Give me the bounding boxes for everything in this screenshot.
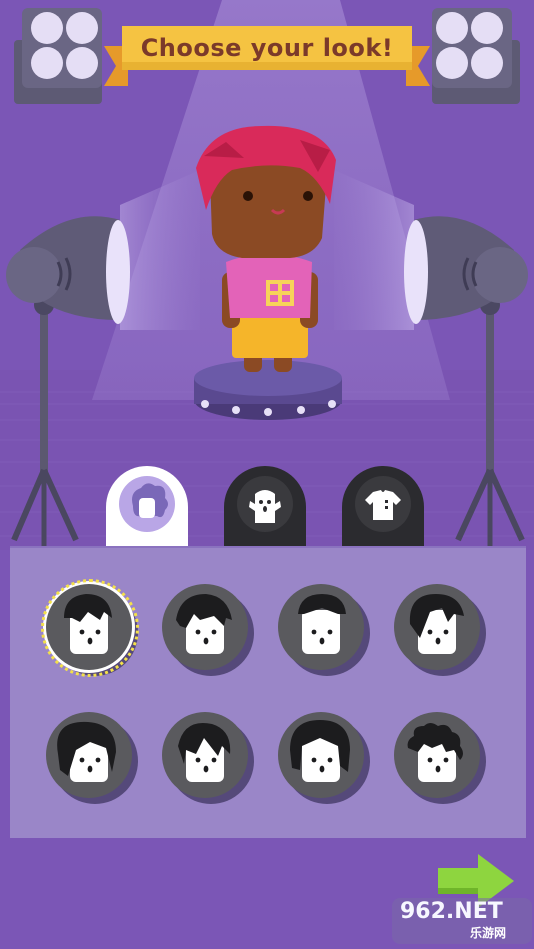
hair-option[interactable] [46,712,138,804]
shirt-icon [355,476,411,532]
hair-style-icon [178,722,231,782]
hair-option[interactable] [278,584,370,676]
watermark-subtitle: 乐游网 [470,926,507,940]
page-title: Choose your look! [140,34,394,62]
watermark-brand: 962.NET [400,899,503,924]
top-left-lamp [14,8,102,104]
hair-style-icon [119,476,175,532]
hair-option-disc [162,584,248,670]
tab-face[interactable] [224,466,306,548]
hair-style-icon [176,594,232,654]
selection-ring [41,579,139,677]
hair-style-icon [57,721,116,782]
hair-options-panel [10,546,526,838]
hair-option-disc [394,712,480,798]
face-icon [237,476,293,532]
top-right-lamp [432,8,520,104]
hair-option-disc [46,712,132,798]
tab-hair[interactable] [106,466,188,548]
hair-option[interactable] [41,579,139,677]
hair-style-icon [290,720,350,782]
hair-option-disc [394,584,480,670]
tab-outfit[interactable] [342,466,424,548]
hair-option[interactable] [162,584,254,676]
hair-style-icon [298,594,346,654]
hair-option-disc [162,712,248,798]
hair-option[interactable] [278,712,370,804]
avatar-pedestal [194,360,342,420]
hair-option[interactable] [162,712,254,804]
hair-style-icon [409,594,464,654]
hair-option[interactable] [394,584,486,676]
game-screen: Choose your look! 962.NET 乐游网 [0,0,534,949]
hair-option-disc [278,712,364,798]
hair-option[interactable] [394,712,486,804]
hair-option-disc [278,584,364,670]
hair-style-icon [407,723,463,782]
watermark: 962.NET 乐游网 [392,896,532,946]
